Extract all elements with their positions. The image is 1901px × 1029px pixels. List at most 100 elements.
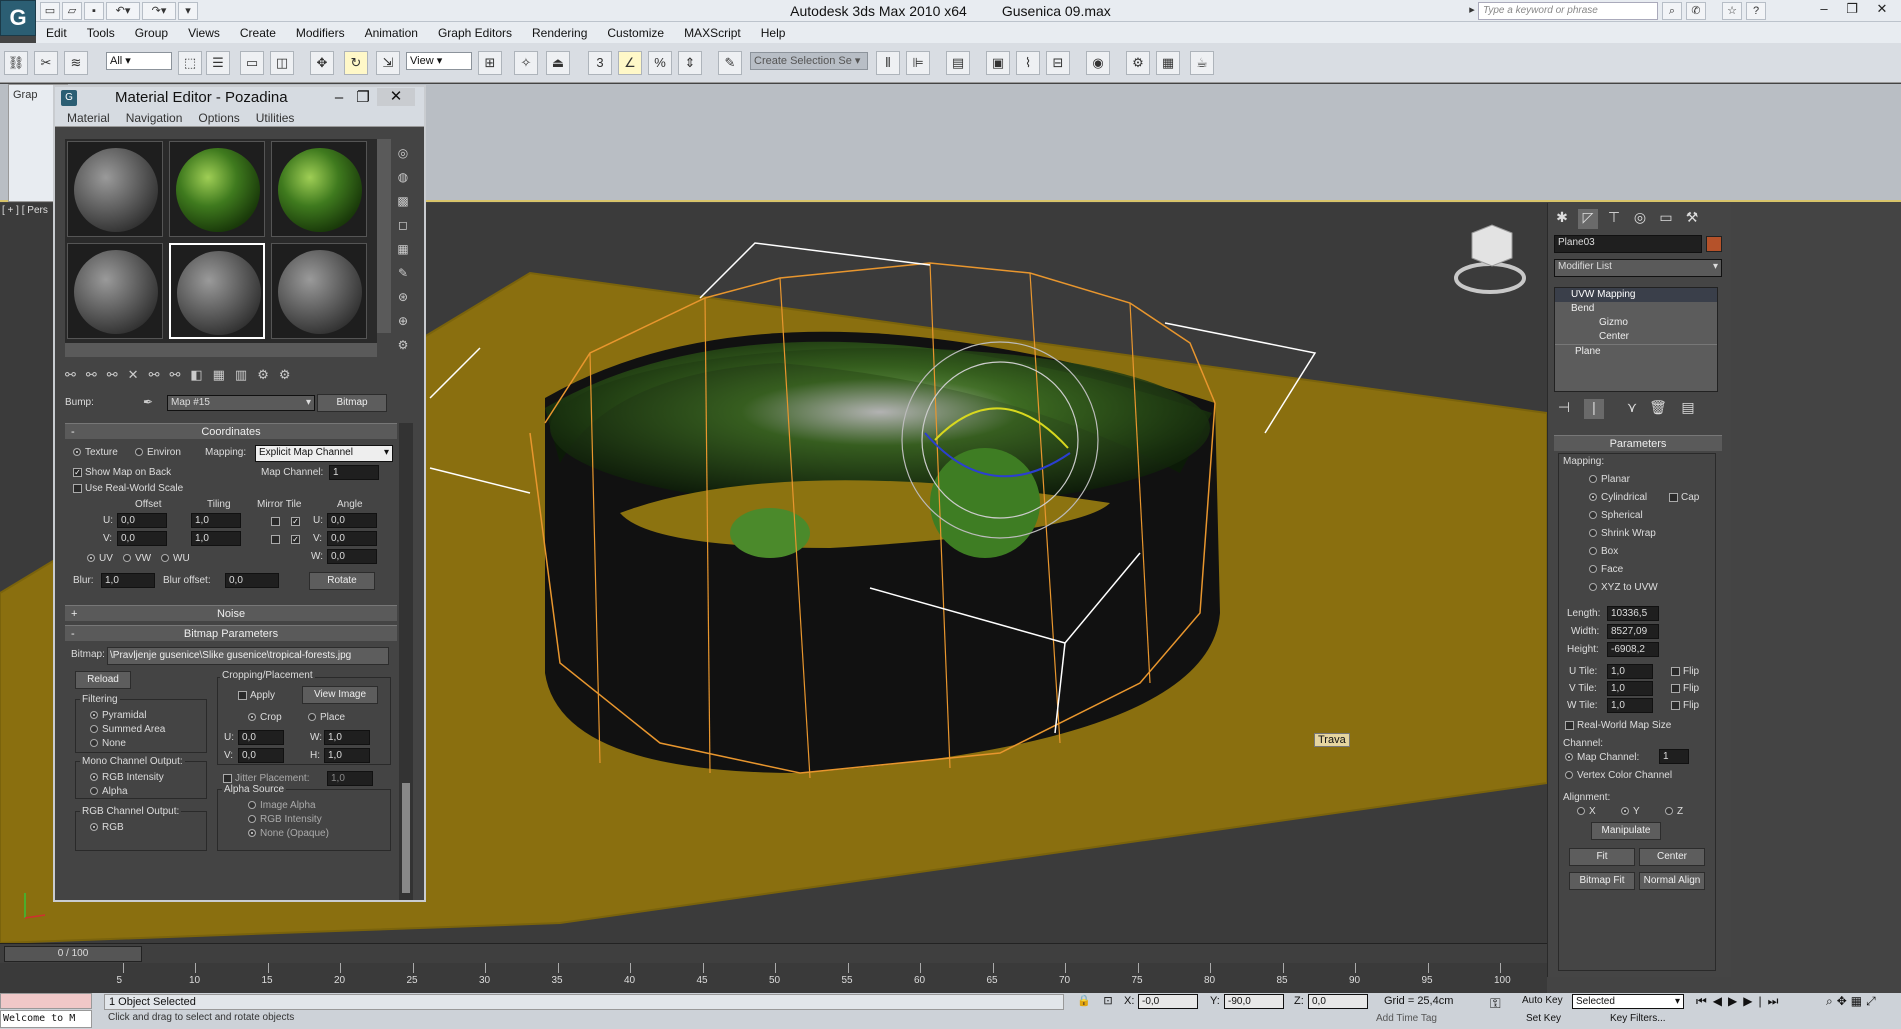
window-crossing-icon[interactable]: ◫ <box>270 51 294 75</box>
v-tiling-field[interactable]: 1,0 <box>191 531 241 546</box>
named-selection-set-dropdown[interactable]: Create Selection Se ▾ <box>750 52 868 70</box>
v-offset-field[interactable]: 0,0 <box>117 531 167 546</box>
v-tile-checkbox[interactable]: ✓ <box>291 533 303 545</box>
percent-snap-icon[interactable]: % <box>648 51 672 75</box>
playback-controls[interactable]: ⏮◀▶▶|⏭ <box>1696 994 1784 1009</box>
view-image-button[interactable]: View Image <box>302 686 378 704</box>
center-button[interactable]: Center <box>1639 848 1705 866</box>
width-field[interactable]: 8527,09 <box>1607 624 1659 639</box>
vw-radio[interactable]: VW <box>123 553 151 564</box>
menu-modifiers[interactable]: Modifiers <box>286 26 355 40</box>
keyboard-shortcut-icon[interactable]: ⏏ <box>546 51 570 75</box>
menu-views[interactable]: Views <box>178 26 230 40</box>
crop-radio[interactable]: Crop <box>248 712 282 723</box>
x-coordinate-field[interactable]: -0,0 <box>1138 994 1198 1009</box>
unlink-icon[interactable]: ✂ <box>34 51 58 75</box>
viewport-label[interactable]: [ + ] [ Pers <box>2 205 48 216</box>
graphite-ribbon-icon[interactable]: ▣ <box>986 51 1010 75</box>
stack-item-bend[interactable]: Bend <box>1555 302 1717 316</box>
align-z-radio[interactable]: Z <box>1665 806 1683 817</box>
mapping-planar-radio[interactable]: Planar <box>1589 474 1630 485</box>
v-angle-field[interactable]: 0,0 <box>327 531 377 546</box>
rgb-radio[interactable]: RGB <box>90 822 124 833</box>
v-flip-checkbox[interactable]: Flip <box>1671 683 1699 694</box>
utilities-tab-icon[interactable]: ⚒ <box>1682 209 1702 229</box>
sample-slots-hscroll[interactable] <box>65 343 377 357</box>
eyedropper-icon[interactable]: ✒ <box>143 395 153 409</box>
material-editor-scrollbar[interactable] <box>399 423 413 900</box>
menu-tools[interactable]: Tools <box>77 26 125 40</box>
me-maximize-button[interactable]: ❐ <box>351 87 375 109</box>
menu-rendering[interactable]: Rendering <box>522 26 597 40</box>
make-unique-icon[interactable]: ⋎ <box>1622 399 1642 419</box>
stack-item-gizmo[interactable]: Gizmo <box>1555 316 1717 330</box>
blur-offset-field[interactable]: 0,0 <box>225 573 279 588</box>
show-map-on-back-checkbox[interactable]: ✓ Show Map on Back <box>73 467 171 478</box>
key-icon[interactable]: ⚿ <box>1490 995 1501 1012</box>
me-menu-options[interactable]: Options <box>198 109 239 126</box>
set-key-button[interactable]: Set Key <box>1526 1013 1561 1024</box>
add-time-tag[interactable]: Add Time Tag <box>1376 1013 1437 1024</box>
pivot-center-icon[interactable]: ⊞ <box>478 51 502 75</box>
align-x-radio[interactable]: X <box>1577 806 1596 817</box>
render-setup-icon[interactable]: ⚙ <box>1126 51 1150 75</box>
rotate-button[interactable]: Rotate <box>309 572 375 590</box>
align-icon[interactable]: ⊫ <box>906 51 930 75</box>
rgb-intensity-radio[interactable]: RGB Intensity <box>90 772 164 783</box>
rect-selection-icon[interactable]: ▭ <box>240 51 264 75</box>
menu-animation[interactable]: Animation <box>355 26 428 40</box>
crop-u-field[interactable]: 0,0 <box>238 730 284 745</box>
modify-tab-icon[interactable]: ◸ <box>1578 209 1598 229</box>
help-icon[interactable]: ? <box>1746 2 1766 20</box>
image-alpha-radio[interactable]: Image Alpha <box>248 800 316 811</box>
maxscript-mini-listener[interactable]: Welcome to M <box>0 1010 92 1028</box>
star-icon[interactable]: ☆ <box>1722 2 1742 20</box>
move-icon[interactable]: ✥ <box>310 51 334 75</box>
material-editor-icon[interactable]: ◉ <box>1086 51 1110 75</box>
sample-slot-3[interactable] <box>271 141 367 237</box>
sample-slot-5[interactable] <box>169 243 265 339</box>
auto-key-button[interactable]: Auto Key <box>1522 995 1563 1006</box>
menu-help[interactable]: Help <box>751 26 796 40</box>
jitter-placement-checkbox[interactable]: Jitter Placement: <box>223 773 309 784</box>
mapping-spherical-radio[interactable]: Spherical <box>1589 510 1643 521</box>
display-tab-icon[interactable]: ▭ <box>1656 209 1676 229</box>
align-y-radio[interactable]: Y <box>1621 806 1640 817</box>
spinner-snap-icon[interactable]: ⇕ <box>678 51 702 75</box>
communication-icon[interactable]: ✆ <box>1686 2 1706 20</box>
mapping-box-radio[interactable]: Box <box>1589 546 1618 557</box>
show-end-result-icon[interactable]: | <box>1584 399 1604 419</box>
mapping-xyz-to-uvw-radio[interactable]: XYZ to UVW <box>1589 582 1658 593</box>
key-mode-dropdown[interactable]: Selected ▾ <box>1572 994 1684 1009</box>
modifier-list-dropdown[interactable]: Modifier List ▾ <box>1554 259 1722 277</box>
map-channel-field[interactable]: 1 <box>329 465 379 480</box>
mono-alpha-radio[interactable]: Alpha <box>90 786 128 797</box>
summed-area-radio[interactable]: Summed Area <box>90 724 165 735</box>
real-world-map-size-checkbox[interactable]: Real-World Map Size <box>1565 720 1671 731</box>
rendered-frame-icon[interactable]: ▦ <box>1156 51 1180 75</box>
link-icon[interactable]: ⛓ <box>4 51 28 75</box>
me-menu-material[interactable]: Material <box>67 109 110 126</box>
me-minimize-button[interactable]: – <box>327 87 351 109</box>
bitmap-path-button[interactable]: \Pravljenje gusenice\Slike gusenice\trop… <box>107 647 389 665</box>
menu-group[interactable]: Group <box>125 26 178 40</box>
uv-radio[interactable]: UV <box>87 553 113 564</box>
app-logo-icon[interactable]: G <box>0 0 36 36</box>
timeline-ruler[interactable]: 5 10 15 20 25 30 35 40 45 50 55 60 65 70 75 80 85 90 95 100 <box>0 963 1547 993</box>
me-close-button[interactable]: ✕ <box>377 88 415 106</box>
render-teapot-icon[interactable]: ☕ <box>1190 51 1214 75</box>
crop-v-field[interactable]: 0,0 <box>238 748 284 763</box>
u-mirror-checkbox[interactable] <box>271 515 283 527</box>
search-input[interactable]: Type a keyword or phrase <box>1478 2 1658 20</box>
menu-maxscript[interactable]: MAXScript <box>674 26 751 40</box>
map-channel-field[interactable]: 1 <box>1659 749 1689 764</box>
mapping-dropdown[interactable]: Explicit Map Channel ▾ <box>255 445 393 462</box>
reference-coordinate-dropdown[interactable]: View ▾ <box>406 52 472 70</box>
vertex-color-channel-radio[interactable]: Vertex Color Channel <box>1565 770 1672 781</box>
bitmap-fit-button[interactable]: Bitmap Fit <box>1569 872 1635 890</box>
select-object-icon[interactable]: ⬚ <box>178 51 202 75</box>
menu-graph-editors[interactable]: Graph Editors <box>428 26 522 40</box>
mapping-shrink-wrap-radio[interactable]: Shrink Wrap <box>1589 528 1656 539</box>
reload-button[interactable]: Reload <box>75 671 131 689</box>
mapping-cylindrical-radio[interactable]: Cylindrical <box>1589 492 1647 503</box>
